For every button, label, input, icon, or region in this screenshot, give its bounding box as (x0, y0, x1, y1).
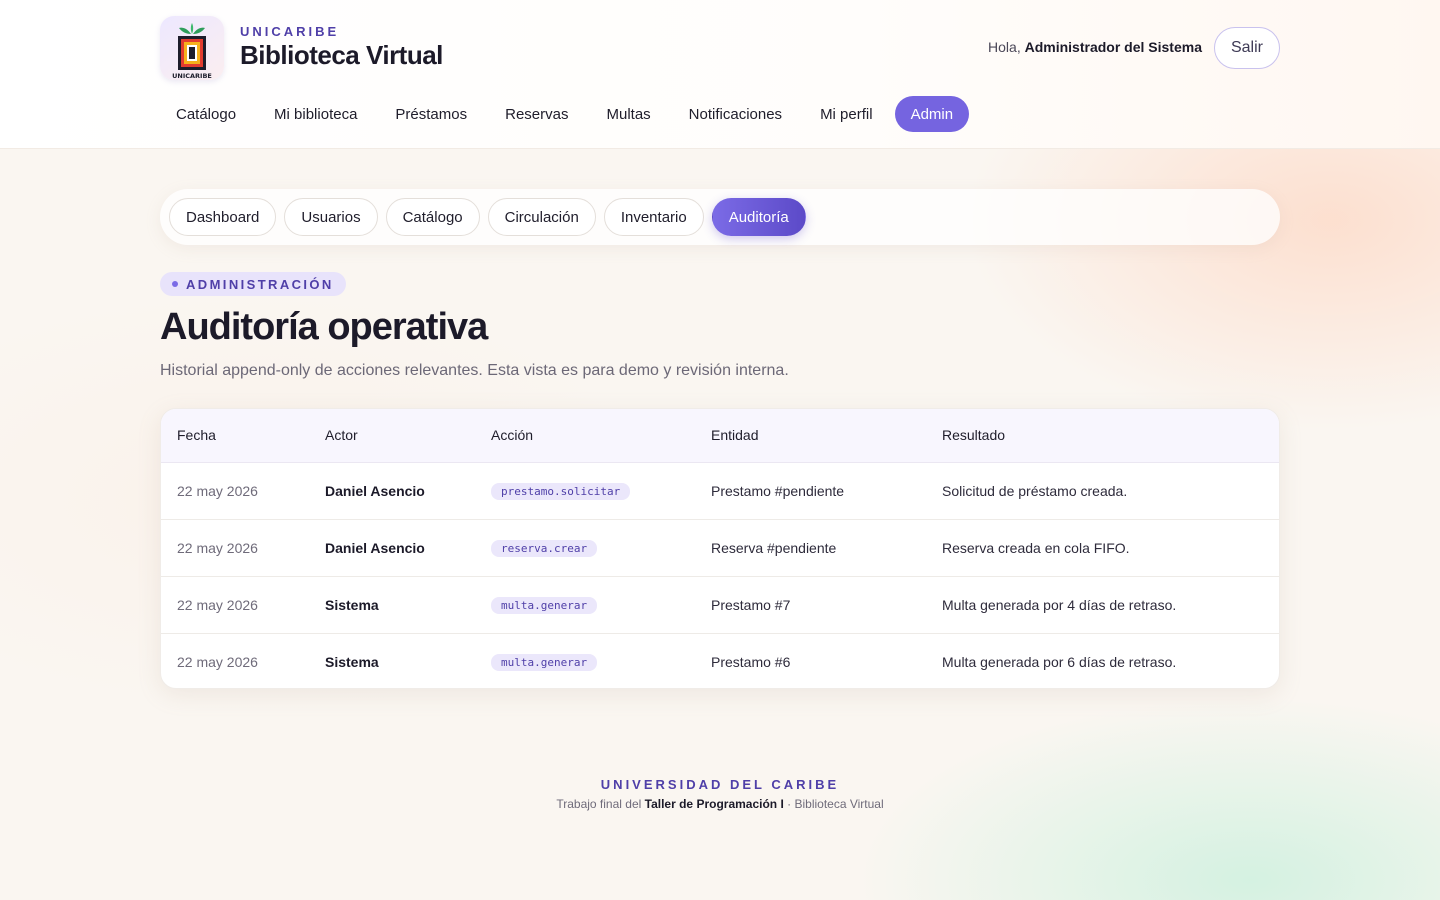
cell-entidad: Reserva #pendiente (695, 518, 926, 576)
brand-kicker: UNICARIBE (240, 24, 340, 39)
cell-entidad: Prestamo #7 (695, 575, 926, 633)
tab-circulacion[interactable]: Circulación (487, 198, 596, 236)
user-greeting: Hola, Administrador del Sistema (988, 39, 1202, 55)
cell-actor: Sistema (309, 632, 475, 688)
table-row: 22 may 2026 Sistema multa.generar Presta… (161, 575, 1279, 633)
table-row: 22 may 2026 Daniel Asencio reserva.crear… (161, 518, 1279, 576)
nav-item-admin[interactable]: Admin (894, 96, 970, 132)
action-code-badge: reserva.crear (491, 539, 598, 557)
greeting-prefix: Hola, (988, 39, 1021, 55)
page-subtitle: Historial append-only de acciones releva… (160, 362, 789, 379)
library-logo-icon: UNICARIBE (172, 23, 212, 80)
column-header-fecha: Fecha (161, 409, 309, 463)
cell-entidad: Prestamo #pendiente (711, 482, 845, 499)
nav-item-prestamos[interactable]: Préstamos (379, 96, 483, 132)
column-header-entidad: Entidad (695, 409, 926, 463)
cell-resultado: Multa generada por 4 días de retraso. (926, 575, 1279, 633)
cell-resultado: Multa generada por 6 días de retraso. (926, 632, 1279, 688)
column-header-actor: Actor (309, 409, 475, 463)
main-nav: Catálogo Mi biblioteca Préstamos Reserva… (160, 96, 970, 132)
cell-fecha: 22 may 2026 (161, 632, 309, 688)
svg-text:UNICARIBE: UNICARIBE (172, 72, 212, 80)
top-header: UNICARIBE UNICARIBE Biblioteca Virtual H… (0, 0, 1440, 149)
cell-accion: multa.generar (475, 575, 695, 633)
action-code-badge: prestamo.solicitar (491, 482, 631, 500)
cell-resultado: Reserva creada en cola FIFO. (926, 518, 1279, 576)
nav-item-multas[interactable]: Multas (590, 96, 666, 132)
nav-item-catalogo[interactable]: Catálogo (160, 96, 252, 132)
cell-accion: reserva.crear (475, 518, 695, 576)
page-title: Auditoría operativa (160, 306, 488, 348)
footer-text-suffix: · Biblioteca Virtual (787, 797, 884, 811)
tab-dashboard[interactable]: Dashboard (169, 198, 277, 236)
action-code-badge: multa.generar (491, 653, 598, 671)
logout-button[interactable]: Salir (1214, 27, 1280, 69)
cell-accion: multa.generar (475, 632, 695, 688)
cell-fecha: 22 may 2026 (161, 575, 309, 633)
footer-text-bold: Taller de Programación I (644, 797, 784, 811)
nav-item-mi-biblioteca[interactable]: Mi biblioteca (258, 96, 373, 132)
cell-entidad: Prestamo #6 (695, 632, 926, 688)
audit-table-card: Fecha Actor Acción Entidad Resultado 22 … (160, 408, 1280, 689)
column-header-accion: Acción (475, 409, 695, 463)
footer-text: Trabajo final del Taller de Programación… (0, 797, 1440, 811)
table-row: 22 may 2026 Daniel Asencio prestamo.soli… (161, 462, 1279, 519)
section-kicker-label: ADMINISTRACIÓN (186, 276, 334, 292)
cell-fecha: 22 may 2026 (177, 482, 258, 499)
section-kicker: ADMINISTRACIÓN (160, 272, 346, 296)
cell-actor: Daniel Asencio (309, 518, 475, 576)
admin-subnav: Dashboard Usuarios Catálogo Circulación … (160, 189, 1280, 245)
footer-text-prefix: Trabajo final del (556, 797, 642, 811)
audit-table: Fecha Actor Acción Entidad Resultado 22 … (161, 409, 1279, 688)
cell-accion: prestamo.solicitar (475, 462, 695, 519)
nav-item-mi-perfil[interactable]: Mi perfil (804, 96, 889, 132)
table-header-row: Fecha Actor Acción Entidad Resultado (161, 409, 1279, 463)
cell-actor: Daniel Asencio (325, 482, 425, 499)
user-name: Administrador del Sistema (1024, 39, 1202, 55)
column-header-resultado: Resultado (926, 409, 1279, 463)
nav-item-notificaciones[interactable]: Notificaciones (673, 96, 798, 132)
tab-catalogo[interactable]: Catálogo (385, 198, 480, 236)
footer-kicker: UNIVERSIDAD DEL CARIBE (600, 777, 840, 792)
unicaribe-logo[interactable]: UNICARIBE (160, 16, 224, 80)
cell-resultado: Solicitud de préstamo creada. (942, 482, 1128, 499)
cell-fecha: 22 may 2026 (161, 518, 309, 576)
brand-title[interactable]: Biblioteca Virtual (240, 40, 443, 71)
kicker-dot-icon (172, 281, 178, 287)
action-code-badge: multa.generar (491, 596, 598, 614)
table-row: 22 may 2026 Sistema multa.generar Presta… (161, 632, 1279, 688)
nav-item-reservas[interactable]: Reservas (489, 96, 584, 132)
tab-inventario[interactable]: Inventario (603, 198, 704, 236)
tab-auditoria[interactable]: Auditoría (711, 198, 806, 236)
cell-actor: Sistema (309, 575, 475, 633)
tab-usuarios[interactable]: Usuarios (284, 198, 378, 236)
